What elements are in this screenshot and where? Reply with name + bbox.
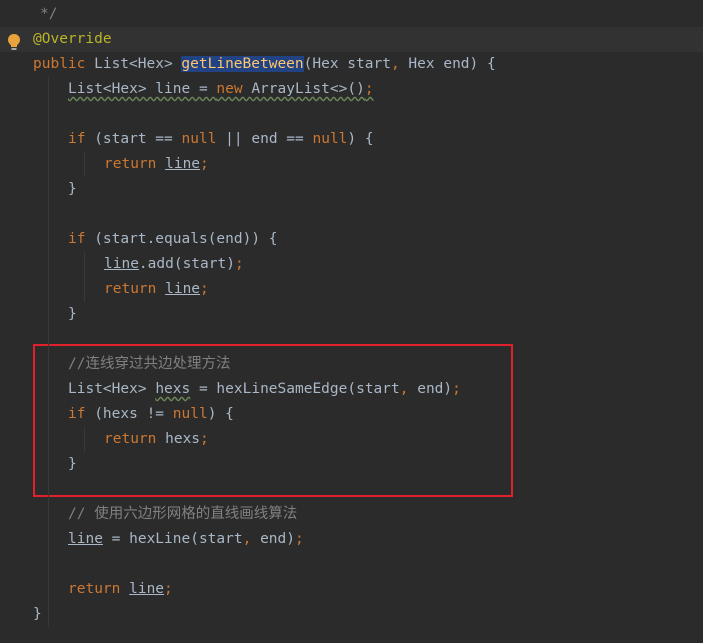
code-token: new [216,81,252,97]
code-token: line [165,281,201,297]
code-text: } [68,177,77,202]
code-token: // 使用六边形网格的直线画线算法 [68,506,298,522]
code-token: @Override [33,31,112,47]
indent-guide [48,77,49,627]
code-text: @Override [33,27,112,52]
code-text: // 使用六边形网格的直线画线算法 [68,502,297,527]
code-token: , [390,56,409,72]
code-text: return line; [104,277,209,302]
code-line[interactable]: return line; [0,152,703,177]
code-token: return [104,156,166,172]
code-line[interactable]: } [0,602,703,627]
code-token: line [165,156,201,172]
code-line[interactable]: line = hexLine(start, end); [0,527,703,552]
code-token: = hexLine(start [102,531,243,547]
code-line[interactable]: } [0,177,703,202]
code-token: (start.equals(end)) { [94,231,278,247]
code-line[interactable]: line.add(start); [0,252,703,277]
code-text: return line; [104,152,209,177]
code-token: line [129,581,165,597]
code-token: , [242,531,261,547]
code-text: line.add(start); [104,252,244,277]
code-line[interactable]: if (start == null || end == null) { [0,127,703,152]
code-line[interactable]: */ [0,2,703,27]
code-text: line = hexLine(start, end); [68,527,304,552]
code-token: (start == [94,131,182,147]
code-token: || end == [225,131,313,147]
code-token: return [104,281,166,297]
code-line[interactable] [0,202,703,227]
code-line[interactable]: List<Hex> line = new ArrayList<>(); [0,77,703,102]
code-token: */ [40,6,58,22]
code-token: if [68,131,95,147]
code-token: if [68,231,95,247]
code-token: end) [260,531,295,547]
code-line[interactable] [0,102,703,127]
code-text: if (start == null || end == null) { [68,127,374,152]
code-text: List<Hex> line = new ArrayList<>(); [68,77,374,102]
code-token: null [312,131,348,147]
indent-guide [84,152,85,177]
code-token: List<Hex> [94,56,182,72]
code-token: ; [164,581,173,597]
code-line[interactable]: } [0,302,703,327]
code-token: ; [200,281,209,297]
code-token: getLineBetween [181,56,304,72]
code-token: null [181,131,226,147]
code-text: } [68,302,77,327]
code-text: */ [40,2,57,27]
code-editor[interactable]: } return line; line = hexLine(start, end);… [0,0,703,643]
lightbulb-icon[interactable] [7,33,21,51]
code-token: ArrayList<>() [251,81,365,97]
code-token: ; [234,256,244,272]
code-token: line [104,256,139,272]
code-line[interactable]: return line; [0,277,703,302]
code-token: (Hex start [303,56,391,72]
code-text: } [33,602,42,627]
code-token: Hex end) { [408,56,496,72]
code-token: line [68,531,103,547]
code-line[interactable]: return line; [0,577,703,602]
code-token: public [33,56,95,72]
code-token: return [68,581,130,597]
code-token: } [68,181,77,197]
indent-guide [84,427,85,452]
highlight-box [33,344,513,497]
code-line[interactable]: // 使用六边形网格的直线画线算法 [0,502,703,527]
code-token: ; [200,156,209,172]
code-token: ; [364,81,374,97]
indent-guide [84,252,85,302]
code-line[interactable]: public List<Hex> getLineBetween(Hex star… [0,52,703,77]
code-text: return line; [68,577,173,602]
code-text: public List<Hex> getLineBetween(Hex star… [33,52,496,77]
code-text: if (start.equals(end)) { [68,227,278,252]
code-token: } [68,306,77,322]
code-line[interactable] [0,552,703,577]
code-token: } [33,606,42,622]
code-token: List<Hex> line = [68,81,217,97]
code-line[interactable]: if (start.equals(end)) { [0,227,703,252]
code-token: ) { [347,131,374,147]
code-token: .add(start) [138,256,235,272]
code-line[interactable]: @Override [0,27,703,52]
code-token: ; [295,531,304,547]
